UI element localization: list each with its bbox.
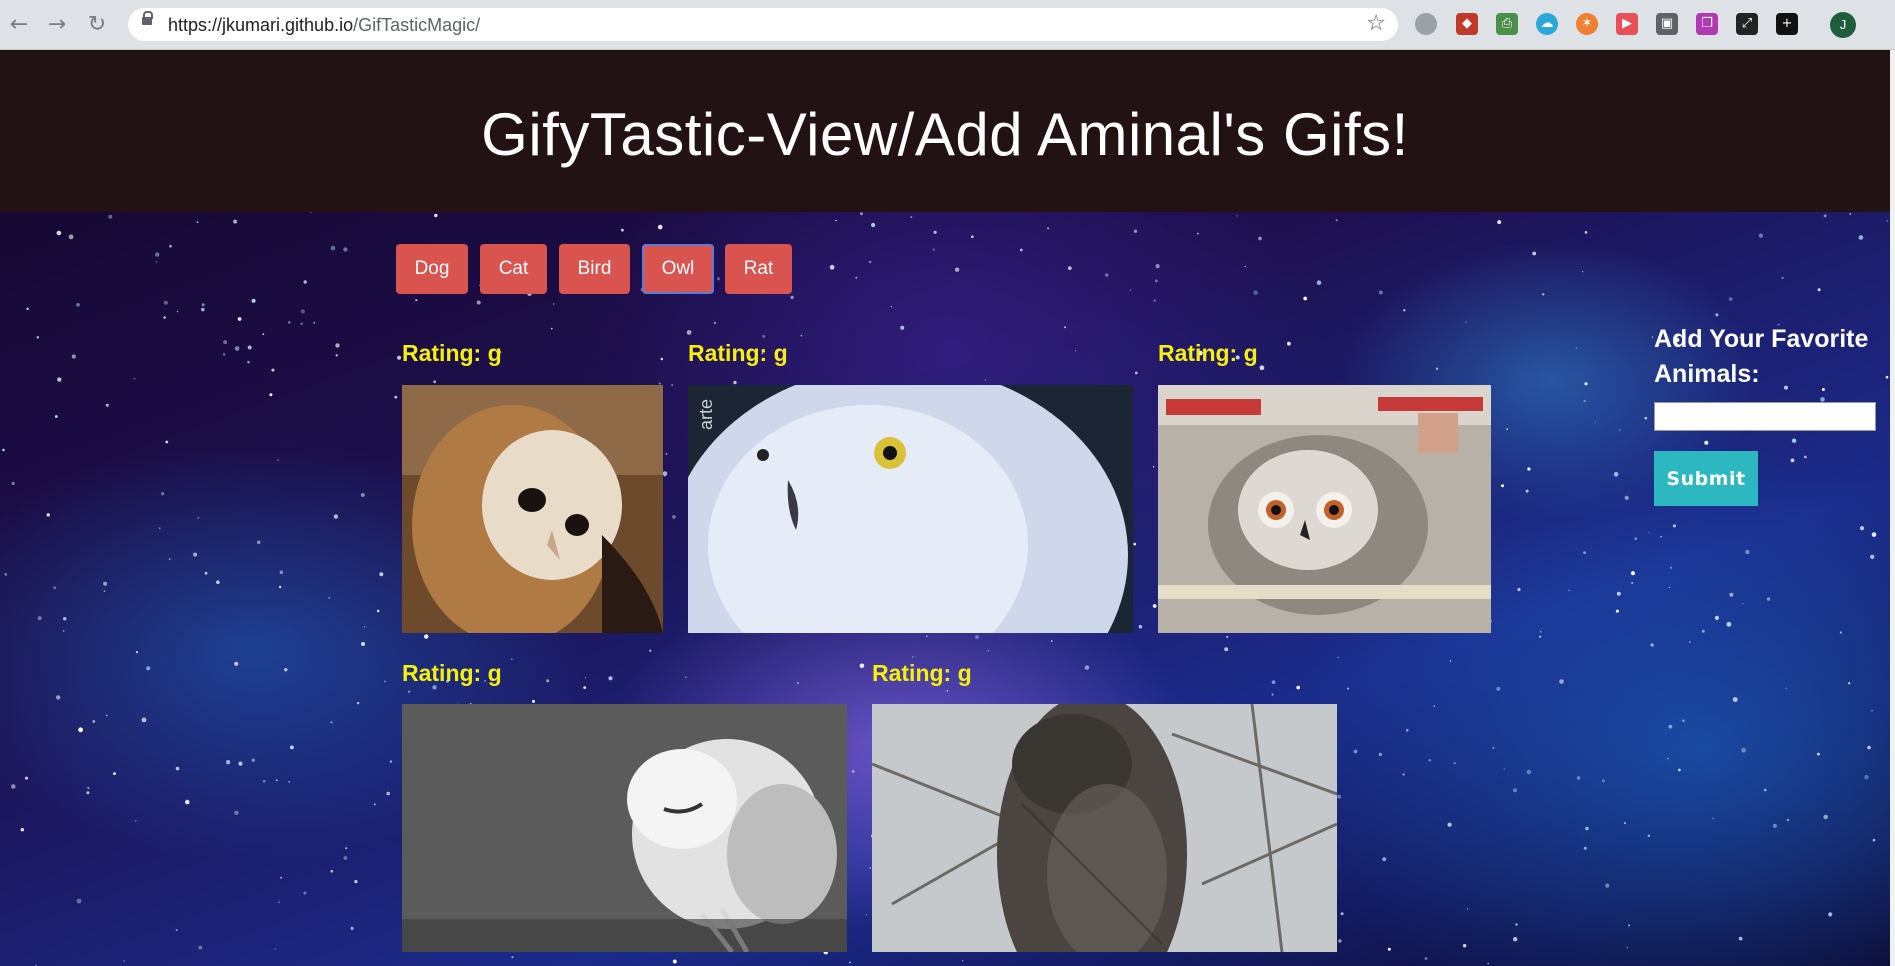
owl-gif-image[interactable] (402, 385, 663, 633)
scrollbar[interactable] (1890, 50, 1895, 966)
animal-button-owl[interactable]: Owl (642, 244, 714, 294)
video-extension-icon[interactable]: ▶ (1616, 13, 1638, 35)
tabs-extension-icon[interactable]: ❐ (1696, 13, 1718, 35)
submit-button[interactable]: Submit (1654, 451, 1758, 506)
reload-icon[interactable]: ↻ (84, 12, 110, 38)
page-body: GifyTastic-View/Add Aminal's Gifs! Dog C… (0, 50, 1890, 966)
animal-button-cat[interactable]: Cat (480, 244, 547, 294)
svg-text:arte: arte (696, 399, 716, 430)
gif-rating: Rating: g (1158, 340, 1258, 366)
screenshot-extension-icon[interactable]: ▣ (1656, 13, 1678, 35)
address-bar[interactable]: https://jkumari.github.io/GifTasticMagic… (128, 8, 1398, 41)
animal-button-bird[interactable]: Bird (559, 244, 630, 294)
gif-rating: Rating: g (402, 660, 502, 686)
gif-rating: Rating: g (402, 340, 502, 366)
bookmark-star-icon[interactable]: ☆ (1366, 11, 1386, 36)
add-animal-label: Add Your Favorite Animals: (1654, 325, 1869, 388)
shield-extension-icon[interactable]: ◆ (1456, 13, 1478, 35)
resize-extension-icon[interactable]: ⤢ (1736, 13, 1758, 35)
cloud-extension-icon[interactable]: ☁ (1536, 13, 1558, 35)
extension-circle-icon[interactable] (1415, 13, 1437, 35)
forward-icon[interactable]: → (44, 12, 70, 38)
owl-gif-image[interactable] (872, 704, 1337, 952)
gif-rating: Rating: g (872, 660, 972, 686)
owl-gif-image[interactable] (1158, 385, 1491, 633)
animal-button-rat[interactable]: Rat (725, 244, 792, 294)
print-extension-icon[interactable]: ⎙ (1496, 13, 1518, 35)
url-text: https://jkumari.github.io/GifTasticMagic… (168, 15, 481, 35)
back-icon[interactable]: ← (6, 12, 32, 38)
gif-rating: Rating: g (688, 340, 788, 366)
page-title: GifyTastic-View/Add Aminal's Gifs! (481, 101, 1409, 168)
owl-gif-image[interactable]: arte (688, 385, 1133, 633)
owl-gif-image[interactable] (402, 704, 847, 952)
browser-toolbar: ← → ↻ https://jkumari.github.io/GifTasti… (0, 0, 1895, 50)
plus-extension-icon[interactable]: + (1776, 13, 1798, 35)
animal-input[interactable] (1654, 402, 1876, 431)
page-header: GifyTastic-View/Add Aminal's Gifs! (0, 50, 1890, 212)
share-extension-icon[interactable]: ✶ (1576, 13, 1598, 35)
animal-button-dog[interactable]: Dog (396, 244, 468, 294)
profile-avatar[interactable]: J (1830, 12, 1856, 38)
lock-icon (142, 11, 153, 25)
